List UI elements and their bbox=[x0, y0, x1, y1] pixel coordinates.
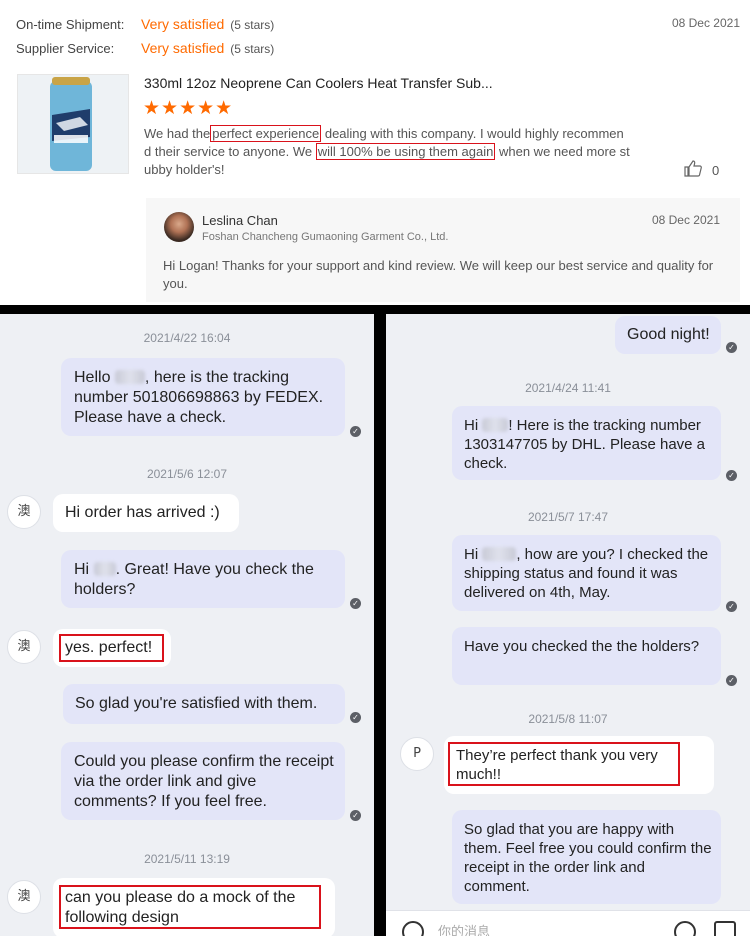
read-check-icon: ✓ bbox=[350, 712, 361, 723]
reply-company[interactable]: Foshan Chancheng Gumaoning Garment Co., … bbox=[202, 231, 448, 243]
timestamp: 2021/4/24 11:41 bbox=[525, 381, 611, 395]
review-highlight: will 100% be using them again bbox=[315, 143, 496, 160]
buyer-avatar[interactable]: 澳 bbox=[7, 880, 41, 914]
read-check-icon: ✓ bbox=[726, 601, 737, 612]
redacted-name bbox=[114, 370, 145, 384]
timestamp: 2021/5/8 11:07 bbox=[528, 712, 608, 726]
buyer-avatar[interactable]: 澳 bbox=[7, 630, 41, 664]
shipment-value: Very satisfied bbox=[141, 16, 225, 32]
like-count: 0 bbox=[712, 162, 720, 178]
message-text: So glad that you are happy with them. Fe… bbox=[464, 821, 712, 895]
review-text-part: We had the bbox=[144, 126, 211, 141]
highlight-box bbox=[448, 742, 680, 786]
shipment-stars: (5 stars) bbox=[230, 18, 275, 32]
message-bubble[interactable]: Hi , how are you? I checked the shipping… bbox=[452, 535, 721, 611]
review-date: 08 Dec 2021 bbox=[671, 16, 740, 30]
shipment-label: On-time Shipment: bbox=[16, 17, 125, 32]
review-highlight: perfect experience bbox=[210, 125, 322, 142]
message-bubble[interactable]: Hello , here is the tracking number 5018… bbox=[61, 358, 345, 436]
message-text-part: Hi bbox=[464, 546, 479, 563]
message-bubble[interactable]: Could you please confirm the receipt via… bbox=[61, 742, 345, 820]
image-icon[interactable] bbox=[714, 921, 736, 936]
read-check-icon: ✓ bbox=[726, 342, 737, 353]
service-stars: (5 stars) bbox=[230, 42, 275, 56]
buyer-avatar[interactable]: 澳 bbox=[7, 495, 41, 529]
message-text: Have you checked the the holders? bbox=[464, 638, 700, 655]
message-text: Hi ! Here is the tracking number 1303147… bbox=[464, 416, 714, 473]
timestamp: 2021/5/6 12:07 bbox=[146, 467, 228, 481]
message-bubble[interactable]: Hi order has arrived :) bbox=[53, 494, 239, 532]
timestamp: 2021/5/7 17:47 bbox=[527, 510, 609, 524]
message-text-part: Hi bbox=[464, 417, 479, 434]
chat-panel-left[interactable]: 2021/4/22 16:04 Hello , here is the trac… bbox=[0, 314, 374, 936]
message-bubble[interactable]: Have you checked the the holders? bbox=[452, 627, 721, 685]
read-check-icon: ✓ bbox=[350, 598, 361, 609]
message-text-part: Hi bbox=[74, 561, 90, 578]
message-bubble[interactable]: Hi . Great! Have you check the holders? bbox=[61, 550, 345, 608]
read-check-icon: ✓ bbox=[726, 470, 737, 481]
highlight-box bbox=[59, 885, 321, 929]
avatar bbox=[164, 212, 194, 242]
product-title[interactable]: 330ml 12oz Neoprene Can Coolers Heat Tra… bbox=[144, 75, 493, 91]
message-bubble[interactable]: So glad that you are happy with them. Fe… bbox=[452, 810, 721, 904]
reply-text: Hi Logan! Thanks for your support and ki… bbox=[163, 258, 714, 291]
like-button[interactable]: 0 bbox=[684, 160, 719, 180]
read-check-icon: ✓ bbox=[350, 810, 361, 821]
message-text: Good night! bbox=[627, 326, 710, 343]
supplier-reply: Leslina Chan Foshan Chancheng Gumaoning … bbox=[146, 198, 740, 302]
redacted-name bbox=[482, 547, 517, 561]
review-text: We had the perfect experience dealing wit… bbox=[144, 125, 630, 179]
timestamp: 2021/4/22 16:04 bbox=[143, 331, 231, 345]
star-rating: ★★★★★ bbox=[143, 98, 234, 119]
message-text: Could you please confirm the receipt via… bbox=[74, 753, 334, 810]
timestamp: 2021/5/11 13:19 bbox=[144, 852, 230, 866]
reply-date: 08 Dec 2021 bbox=[651, 213, 720, 227]
review-card: On-time Shipment: Very satisfied (5 stars)… bbox=[0, 0, 750, 305]
message-text: So glad you're satisfied with them. bbox=[75, 695, 318, 712]
service-rating-row: Supplier Service: Very satisfied (5 stars) bbox=[16, 39, 274, 57]
shipment-rating-row: On-time Shipment: Very satisfied (5 stars) bbox=[16, 15, 274, 33]
add-icon[interactable] bbox=[402, 921, 424, 936]
message-text: Hi , how are you? I checked the shipping… bbox=[464, 545, 716, 602]
reply-author-name: Leslina Chan bbox=[202, 213, 278, 228]
redacted-name bbox=[93, 562, 116, 576]
message-text-part: Hello bbox=[74, 369, 111, 386]
read-check-icon: ✓ bbox=[726, 675, 737, 686]
message-bubble[interactable]: Hi ! Here is the tracking number 1303147… bbox=[452, 406, 721, 480]
thumbs-up-icon bbox=[684, 160, 702, 180]
service-value: Very satisfied bbox=[141, 40, 225, 56]
highlight-box bbox=[59, 634, 164, 662]
message-text: Hello , here is the tracking number 5018… bbox=[74, 368, 339, 428]
redacted-name bbox=[482, 418, 509, 432]
service-label: Supplier Service: bbox=[16, 41, 115, 56]
message-text-part: , here is the tracking number 5018066988… bbox=[74, 369, 324, 426]
emoji-icon[interactable] bbox=[674, 921, 696, 936]
message-text: Hi order has arrived :) bbox=[65, 504, 220, 521]
product-image[interactable] bbox=[17, 74, 129, 174]
message-input-bar[interactable]: 你的消息 bbox=[386, 910, 750, 936]
chat-panel-right[interactable]: Good night! ✓ 2021/4/24 11:41 Hi ! Here … bbox=[386, 314, 750, 936]
message-input[interactable]: 你的消息 bbox=[438, 921, 490, 936]
message-bubble[interactable]: So glad you're satisfied with them. bbox=[63, 684, 345, 724]
buyer-avatar[interactable]: P bbox=[400, 737, 434, 771]
read-check-icon: ✓ bbox=[350, 426, 361, 437]
message-text: Hi . Great! Have you check the holders? bbox=[74, 560, 339, 600]
message-bubble[interactable]: Good night! bbox=[615, 316, 721, 354]
